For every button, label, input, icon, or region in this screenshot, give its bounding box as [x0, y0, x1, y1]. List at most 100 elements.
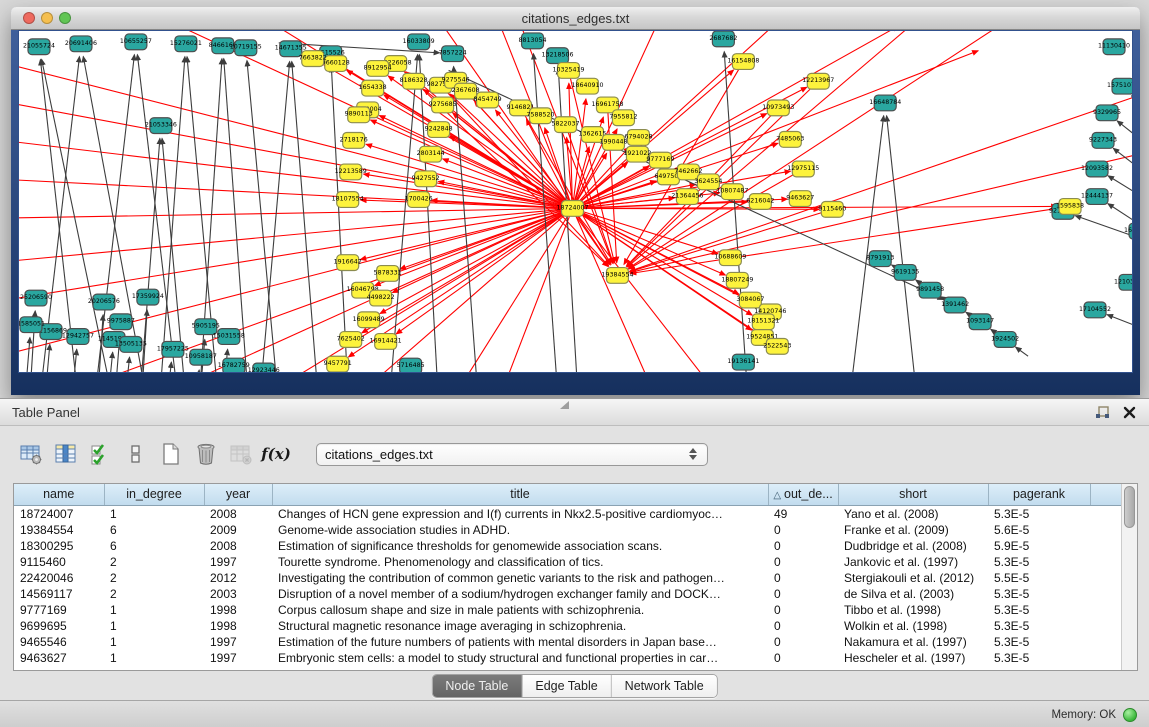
table-cell[interactable]: 5.3E-5 [988, 586, 1090, 602]
table-scrollbar[interactable] [1121, 484, 1137, 670]
table-cell[interactable]: Dudbridge et al. (2008) [838, 538, 988, 554]
graph-edge[interactable] [162, 138, 187, 372]
table-cell[interactable]: 0 [768, 570, 838, 586]
table-cell[interactable]: 22420046 [14, 570, 104, 586]
table-cell[interactable]: 0 [768, 634, 838, 650]
table-cell[interactable]: 1 [104, 618, 204, 634]
table-cell[interactable]: 1 [104, 634, 204, 650]
new-table-button[interactable] [156, 439, 186, 469]
table-cell[interactable]: Franke et al. (2009) [838, 522, 988, 538]
table-cell[interactable]: Nakamura et al. (1997) [838, 634, 988, 650]
panel-resize-grip[interactable] [560, 401, 569, 409]
table-cell[interactable]: Jankovic et al. (1997) [838, 554, 988, 570]
graph-edge[interactable] [389, 55, 418, 372]
graph-edge[interactable] [19, 61, 573, 209]
zoom-window-icon[interactable] [59, 12, 71, 24]
table-cell[interactable]: 1997 [204, 650, 272, 666]
table-cell[interactable]: Genome-wide association studies in ADHD. [272, 522, 768, 538]
graph-edge[interactable] [848, 116, 883, 372]
graph-edge[interactable] [19, 179, 573, 209]
table-settings-button[interactable] [16, 439, 46, 469]
graph-edge[interactable] [224, 59, 249, 372]
column-header-year[interactable]: year [204, 484, 272, 505]
table-cell[interactable]: 0 [768, 554, 838, 570]
table-cell[interactable]: Tourette syndrome. Phenomenology and cla… [272, 554, 768, 570]
graph-edge[interactable] [124, 357, 130, 372]
graph-edge[interactable] [249, 208, 573, 372]
table-cell[interactable]: 5.9E-5 [988, 538, 1090, 554]
column-header-name[interactable]: name [14, 484, 104, 505]
table-cell[interactable]: 1 [104, 602, 204, 618]
table-scrollbar-thumb[interactable] [1124, 486, 1135, 528]
table-cell[interactable]: 1998 [204, 602, 272, 618]
table-cell[interactable]: 1 [104, 505, 204, 522]
table-row[interactable]: 1938455462009Genome-wide association stu… [14, 522, 1121, 538]
select-column-button[interactable] [51, 439, 81, 469]
table-cell[interactable]: 5.3E-5 [988, 650, 1090, 666]
table-cell[interactable]: 0 [768, 650, 838, 666]
column-header-short[interactable]: short [838, 484, 988, 505]
table-cell[interactable]: 5.6E-5 [988, 522, 1090, 538]
table-cell[interactable]: 1 [104, 650, 204, 666]
table-cell[interactable]: 19384554 [14, 522, 104, 538]
table-cell[interactable]: 9699695 [14, 618, 104, 634]
graph-edge[interactable] [166, 362, 172, 372]
table-row[interactable]: 1456911722003Disruption of a novel membe… [14, 586, 1121, 602]
graph-edge[interactable] [107, 352, 113, 372]
graph-edge[interactable] [259, 62, 290, 372]
table-cell[interactable]: 1997 [204, 554, 272, 570]
table-cell[interactable]: 9463627 [14, 650, 104, 666]
table-cell[interactable]: Wolkin et al. (1998) [838, 618, 988, 634]
column-header-title[interactable]: title [272, 484, 768, 505]
network-window-titlebar[interactable]: citations_edges.txt [11, 7, 1140, 30]
graph-edge[interactable] [19, 208, 573, 302]
table-cell[interactable]: Structural magnetic resonance image aver… [272, 618, 768, 634]
close-panel-icon[interactable] [1122, 405, 1137, 420]
table-cell[interactable]: 0 [768, 522, 838, 538]
table-cell[interactable]: 5.3E-5 [988, 554, 1090, 570]
table-cell[interactable]: 18300295 [14, 538, 104, 554]
table-row[interactable]: 946554611997Estimation of the future num… [14, 634, 1121, 650]
column-header-pagerank[interactable]: pagerank [988, 484, 1090, 505]
graph-edge[interactable] [1113, 148, 1132, 179]
table-cell[interactable]: 5.3E-5 [988, 602, 1090, 618]
table-cell[interactable]: 2008 [204, 505, 272, 522]
table-cell[interactable]: 5.5E-5 [988, 570, 1090, 586]
graph-edge[interactable] [194, 370, 199, 372]
table-cell[interactable]: 9115460 [14, 554, 104, 570]
table-cell[interactable]: 1997 [204, 634, 272, 650]
table-cell[interactable]: 5.3E-5 [988, 618, 1090, 634]
tab-node-table[interactable]: Node Table [432, 675, 522, 697]
row-height-button[interactable] [121, 439, 151, 469]
table-cell[interactable]: 2009 [204, 522, 272, 538]
table-cell[interactable]: 18724007 [14, 505, 104, 522]
table-row[interactable]: 1872400712008Changes of HCN gene express… [14, 505, 1121, 522]
table-cell[interactable]: Estimation of the future numbers of pati… [272, 634, 768, 650]
table-cell[interactable]: 5.3E-5 [988, 634, 1090, 650]
table-cell[interactable]: 2008 [204, 538, 272, 554]
graph-edge[interactable] [19, 208, 573, 218]
table-cell[interactable]: 2 [104, 586, 204, 602]
table-cell[interactable]: 2012 [204, 570, 272, 586]
table-cell[interactable]: 6 [104, 522, 204, 538]
graph-edge[interactable] [628, 31, 1003, 268]
minimize-window-icon[interactable] [41, 12, 53, 24]
graph-edge[interactable] [630, 206, 1070, 273]
graph-edge[interactable] [573, 208, 719, 372]
table-cell[interactable]: de Silva et al. (2003) [838, 586, 988, 602]
table-cell[interactable]: Embryonic stem cells: a model to study s… [272, 650, 768, 666]
table-cell[interactable]: Estimation of significance thresholds fo… [272, 538, 768, 554]
table-selector-dropdown[interactable]: citations_edges.txt [316, 443, 708, 466]
graph-edge[interactable] [24, 337, 30, 372]
table-cell[interactable]: Disruption of a novel member of a sodium… [272, 586, 768, 602]
graph-edge[interactable] [1016, 347, 1029, 356]
table-row[interactable]: 946362711997Embryonic stem cells: a mode… [14, 650, 1121, 666]
table-cell[interactable]: 6 [104, 538, 204, 554]
table-cell[interactable]: 0 [768, 538, 838, 554]
select-rows-button[interactable] [86, 439, 116, 469]
table-cell[interactable]: 9777169 [14, 602, 104, 618]
table-cell[interactable]: Hescheler et al. (1997) [838, 650, 988, 666]
table-cell[interactable]: 2003 [204, 586, 272, 602]
close-window-icon[interactable] [23, 12, 35, 24]
graph-edge[interactable] [139, 138, 160, 372]
